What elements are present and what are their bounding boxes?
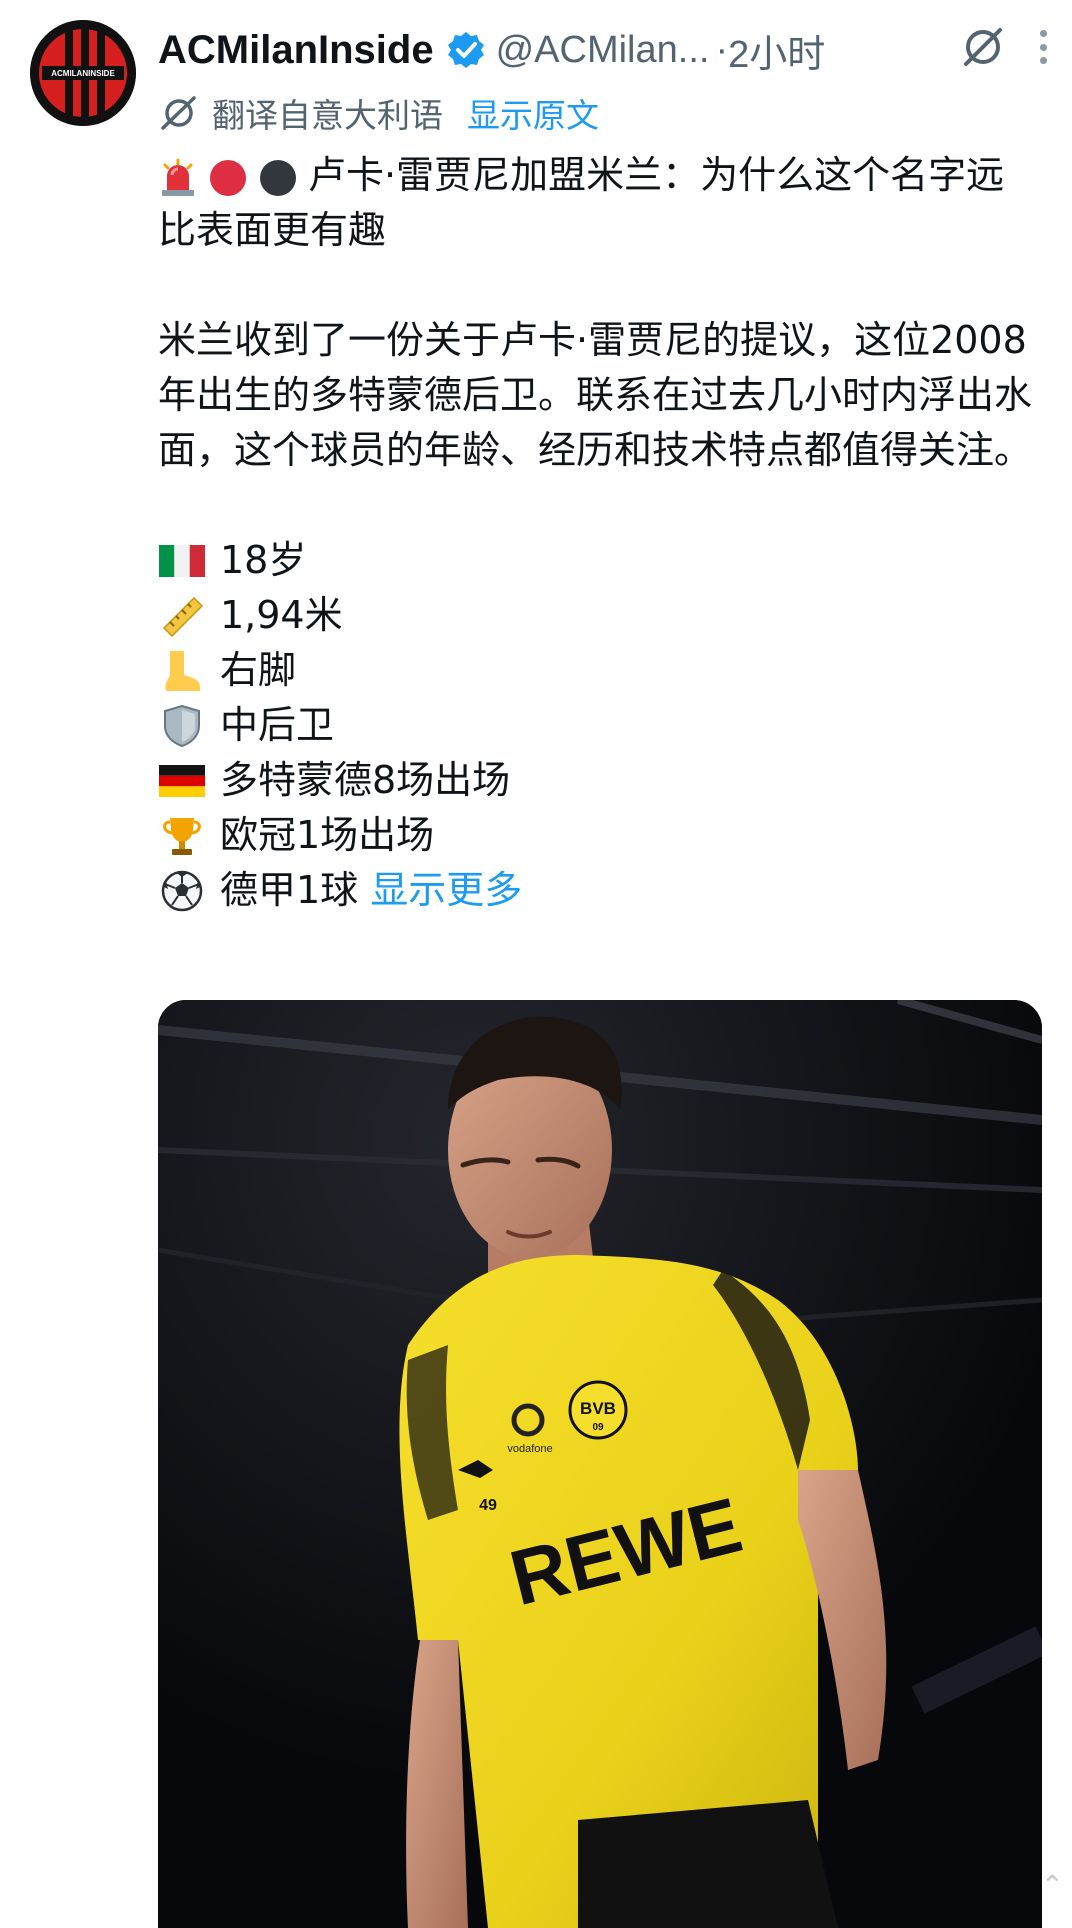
- fact-goals: 德甲1球 显示更多: [158, 863, 1038, 918]
- foot-icon: [165, 650, 200, 691]
- grok-icon[interactable]: [960, 24, 1006, 70]
- crest-year: 09: [592, 1422, 604, 1433]
- jersey-brand: vodafone: [507, 1443, 552, 1455]
- post-title-line: 卢卡·雷贾尼加盟米兰：为什么这个名字远比表面更有趣: [158, 148, 1038, 258]
- fact-foot: 右脚: [158, 643, 1038, 698]
- shield-icon: [164, 704, 200, 747]
- timestamp[interactable]: 2小时: [728, 23, 825, 78]
- post-header: ACMilanInside @ACMilan... · 2小时: [158, 20, 1052, 80]
- player-photo: BVB 09 vodafone 49 REWE: [158, 1000, 1042, 1928]
- shirt-number: 49: [479, 1497, 497, 1514]
- translate-icon: [161, 96, 196, 130]
- fact-ucl-apps: 欧冠1场出场: [158, 808, 1038, 863]
- verified-badge-icon: [447, 32, 484, 68]
- avatar[interactable]: ACMILANINSIDE: [30, 20, 136, 126]
- more-dots-icon[interactable]: [1036, 24, 1050, 70]
- show-original-link[interactable]: 显示原文: [467, 89, 599, 137]
- post-body: 卢卡·雷贾尼加盟米兰：为什么这个名字远比表面更有趣 米兰收到了一份关于卢卡·雷贾…: [158, 148, 1038, 918]
- germany-flag-icon: [159, 764, 205, 797]
- ruler-icon: [162, 596, 204, 637]
- translation-label: 翻译自意大利语: [212, 96, 443, 135]
- black-circle-icon: [260, 159, 296, 196]
- post-paragraph: 米兰收到了一份关于卢卡·雷贾尼的提议，这位2008年出生的多特蒙德后卫。联系在过…: [158, 318, 1033, 472]
- fact-club-apps: 多特蒙德8场出场: [158, 753, 1038, 808]
- separator: ·: [715, 28, 729, 71]
- post-image[interactable]: BVB 09 vodafone 49 REWE: [158, 1000, 1042, 1928]
- translation-row: 翻译自意大利语 显示原文: [158, 88, 599, 138]
- fact-position: 中后卫: [158, 698, 1038, 753]
- handle[interactable]: @ACMilan...: [496, 29, 710, 72]
- corner-glyph: ⌃: [1040, 1869, 1064, 1902]
- soccer-ball-icon: [161, 870, 203, 911]
- display-name[interactable]: ACMilanInside: [158, 28, 434, 73]
- fact-height: 1,94米: [158, 588, 1038, 643]
- fact-age: 18岁: [158, 533, 1038, 588]
- trophy-icon: [163, 817, 201, 855]
- avatar-text: ACMILANINSIDE: [51, 69, 115, 78]
- red-circle-icon: [210, 159, 246, 196]
- siren-icon: [162, 158, 194, 196]
- show-more-link[interactable]: 显示更多: [370, 863, 522, 918]
- italy-flag-icon: [159, 544, 205, 577]
- crest-text: BVB: [580, 1399, 616, 1418]
